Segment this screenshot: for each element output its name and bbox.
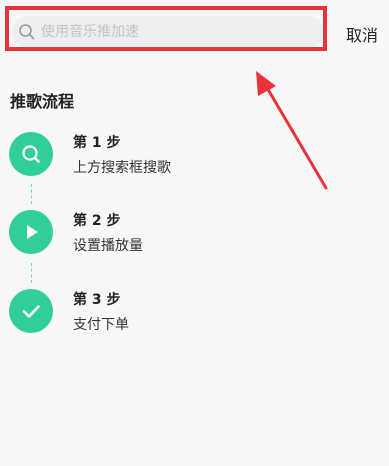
step-1-icon-circle — [9, 132, 53, 176]
step-3-desc: 支付下单 — [73, 317, 129, 333]
step-connector — [31, 184, 32, 204]
step-1: 第 1 步 上方搜索框搜歌 — [9, 132, 309, 182]
step-2-desc: 设置播放量 — [73, 238, 143, 254]
step-1-title: 第 1 步 — [73, 135, 121, 151]
step-1-desc: 上方搜索框搜歌 — [73, 160, 171, 176]
top-bar: 取消 — [0, 0, 389, 66]
annotation-highlight-box — [5, 6, 327, 51]
step-3-title: 第 3 步 — [73, 292, 121, 308]
play-icon — [27, 225, 38, 239]
step-2-title: 第 2 步 — [73, 213, 121, 229]
step-3: 第 3 步 支付下单 — [9, 289, 309, 339]
step-2-icon-circle — [9, 210, 53, 254]
step-connector — [31, 263, 32, 283]
step-3-icon-circle — [9, 289, 53, 333]
section-title: 推歌流程 — [10, 92, 75, 111]
search-icon — [22, 145, 40, 163]
cancel-button[interactable]: 取消 — [346, 22, 378, 46]
check-icon — [22, 305, 40, 318]
step-2: 第 2 步 设置播放量 — [9, 210, 309, 260]
